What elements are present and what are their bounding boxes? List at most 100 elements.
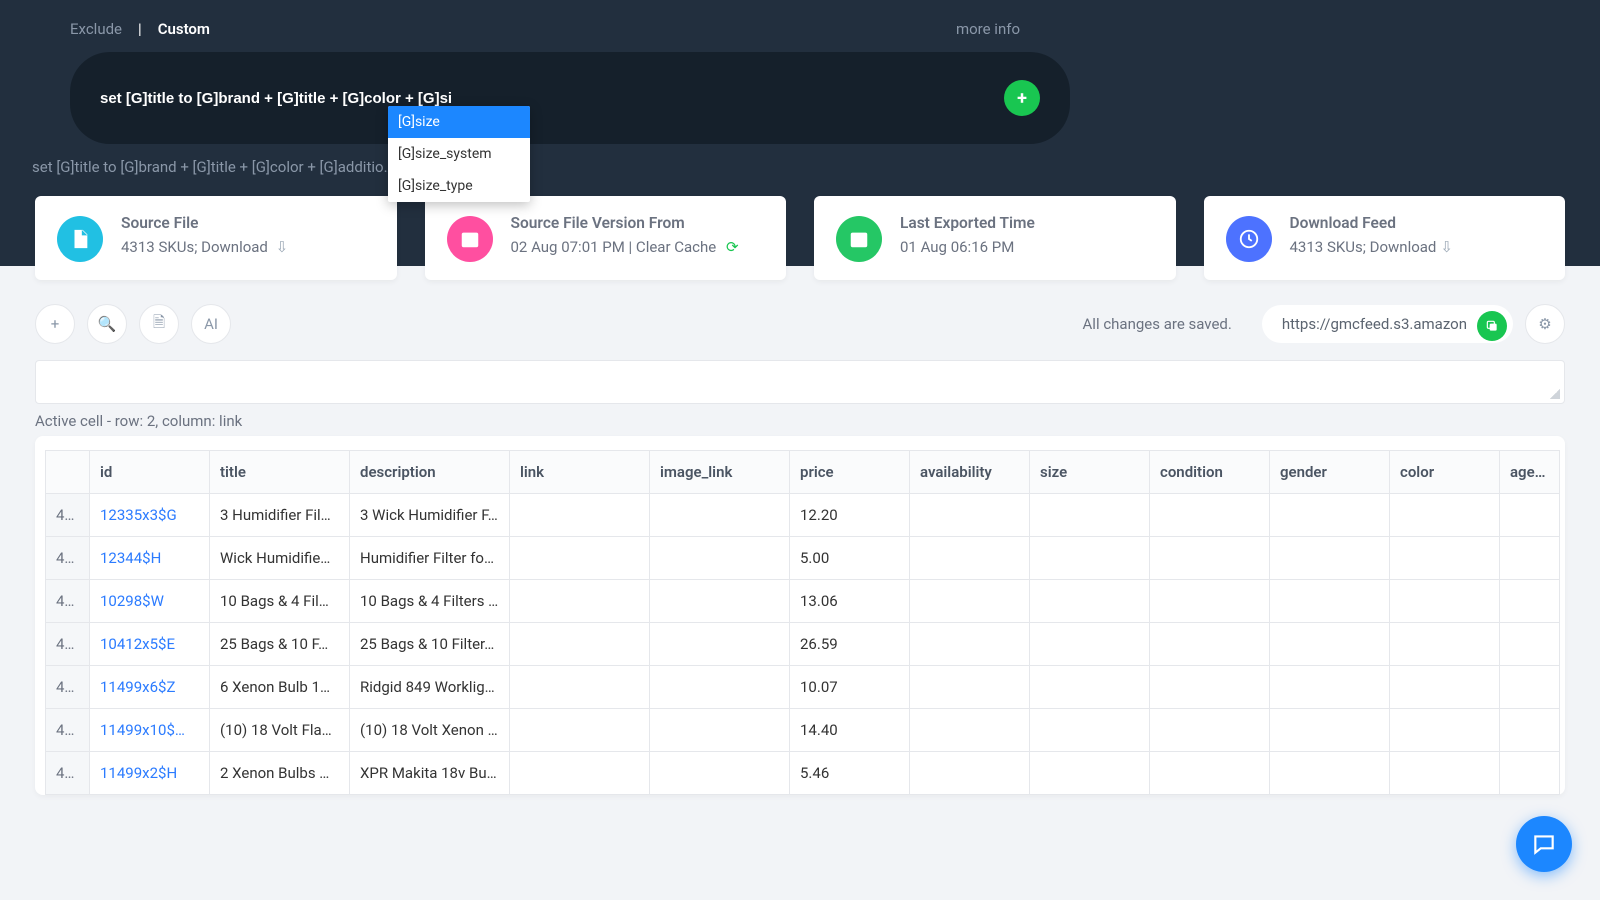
- cell-condition[interactable]: [1150, 537, 1270, 580]
- cell-image-link[interactable]: [650, 580, 790, 623]
- cell-color[interactable]: [1390, 494, 1500, 537]
- cell-image-link[interactable]: [650, 494, 790, 537]
- cell-title[interactable]: (10) 18 Volt Fla…: [210, 709, 350, 752]
- cell-description[interactable]: (10) 18 Volt Xenon …: [350, 709, 510, 752]
- id-link[interactable]: 12335x3$G: [100, 506, 177, 524]
- suggest-option[interactable]: [G]size_type: [388, 170, 530, 202]
- cell-id[interactable]: 10412x5$E: [90, 623, 210, 666]
- tab-exclude[interactable]: Exclude: [70, 20, 122, 38]
- cell-condition[interactable]: [1150, 580, 1270, 623]
- cell-price[interactable]: 5.46: [790, 752, 910, 795]
- document-button[interactable]: 🗎: [139, 304, 179, 344]
- cell-title[interactable]: 3 Humidifier Fil…: [210, 494, 350, 537]
- cell-availability[interactable]: [910, 709, 1030, 752]
- cell-link[interactable]: [510, 537, 650, 580]
- cell-color[interactable]: [1390, 709, 1500, 752]
- cell-link[interactable]: [510, 666, 650, 709]
- download-icon[interactable]: ⇩: [1440, 238, 1453, 256]
- cell-age-group[interactable]: [1500, 494, 1560, 537]
- cell-link[interactable]: [510, 752, 650, 795]
- cell-image-link[interactable]: [650, 537, 790, 580]
- col-title[interactable]: title: [210, 451, 350, 494]
- col-size[interactable]: size: [1030, 451, 1150, 494]
- cell-availability[interactable]: [910, 494, 1030, 537]
- cell-description[interactable]: XPR Makita 18v Bul…: [350, 752, 510, 795]
- id-link[interactable]: 11499x10$…: [100, 721, 185, 739]
- cell-image-link[interactable]: [650, 752, 790, 795]
- cell-gender[interactable]: [1270, 666, 1390, 709]
- cell-editor-input[interactable]: [35, 360, 1565, 404]
- cell-title[interactable]: 25 Bags & 10 F…: [210, 623, 350, 666]
- cell-rownum[interactable]: 4…: [46, 752, 90, 795]
- cell-size[interactable]: [1030, 580, 1150, 623]
- add-button[interactable]: +: [35, 304, 75, 344]
- table-row[interactable]: 4… 12344$H Wick Humidifie…Humidifier Filte…: [46, 537, 1560, 580]
- refresh-icon[interactable]: ⟳: [726, 238, 739, 256]
- cell-condition[interactable]: [1150, 623, 1270, 666]
- add-rule-button[interactable]: +: [1004, 80, 1040, 116]
- cell-age-group[interactable]: [1500, 709, 1560, 752]
- cell-gender[interactable]: [1270, 709, 1390, 752]
- col-availability[interactable]: availability: [910, 451, 1030, 494]
- suggest-option[interactable]: [G]size_system: [388, 138, 530, 170]
- cell-id[interactable]: 12344$H: [90, 537, 210, 580]
- cell-gender[interactable]: [1270, 537, 1390, 580]
- cell-size[interactable]: [1030, 666, 1150, 709]
- cell-condition[interactable]: [1150, 709, 1270, 752]
- cell-availability[interactable]: [910, 623, 1030, 666]
- cell-age-group[interactable]: [1500, 580, 1560, 623]
- settings-button[interactable]: ⚙: [1525, 304, 1565, 344]
- cell-price[interactable]: 5.00: [790, 537, 910, 580]
- cell-link[interactable]: [510, 580, 650, 623]
- cell-title[interactable]: 2 Xenon Bulbs …: [210, 752, 350, 795]
- table-row[interactable]: 4…11499x2$H2 Xenon Bulbs …XPR Makita 18v…: [46, 752, 1560, 795]
- cell-price[interactable]: 13.06: [790, 580, 910, 623]
- cell-size[interactable]: [1030, 537, 1150, 580]
- cell-id[interactable]: 12335x3$G: [90, 494, 210, 537]
- col-color[interactable]: color: [1390, 451, 1500, 494]
- cell-color[interactable]: [1390, 537, 1500, 580]
- cell-price[interactable]: 12.20: [790, 494, 910, 537]
- cell-gender[interactable]: [1270, 623, 1390, 666]
- cell-gender[interactable]: [1270, 580, 1390, 623]
- cell-description[interactable]: Humidifier Filter for …: [350, 537, 510, 580]
- table-row[interactable]: 4…11499x6$Z6 Xenon Bulb 1…Ridgid 849 Wor…: [46, 666, 1560, 709]
- rule-input[interactable]: [100, 90, 984, 107]
- more-info-link[interactable]: more info: [956, 20, 1020, 38]
- cell-size[interactable]: [1030, 623, 1150, 666]
- cell-rownum[interactable]: 4…: [46, 580, 90, 623]
- cell-availability[interactable]: [910, 666, 1030, 709]
- cell-availability[interactable]: [910, 752, 1030, 795]
- chat-fab[interactable]: [1516, 816, 1572, 872]
- table-row[interactable]: 4…12335x3$G3 Humidifier Fil…3 Wick Humid…: [46, 494, 1560, 537]
- cell-size[interactable]: [1030, 752, 1150, 795]
- id-link[interactable]: 10298$W: [100, 592, 164, 610]
- cell-id[interactable]: 11499x10$…: [90, 709, 210, 752]
- cell-age-group[interactable]: [1500, 623, 1560, 666]
- cell-description[interactable]: 3 Wick Humidifier F…: [350, 494, 510, 537]
- cell-description[interactable]: 10 Bags & 4 Filters …: [350, 580, 510, 623]
- cell-size[interactable]: [1030, 494, 1150, 537]
- col-price[interactable]: price: [790, 451, 910, 494]
- cell-price[interactable]: 10.07: [790, 666, 910, 709]
- col-link[interactable]: link: [510, 451, 650, 494]
- suggest-option[interactable]: [G]size: [388, 106, 530, 138]
- id-link[interactable]: 11499x6$Z: [100, 678, 175, 696]
- cell-rownum[interactable]: 4…: [46, 537, 90, 580]
- id-link[interactable]: 12344$H: [100, 549, 161, 567]
- cell-rownum[interactable]: 4…: [46, 623, 90, 666]
- cell-link[interactable]: [510, 494, 650, 537]
- cell-title[interactable]: Wick Humidifie…: [210, 537, 350, 580]
- cell-condition[interactable]: [1150, 666, 1270, 709]
- id-link[interactable]: 10412x5$E: [100, 635, 175, 653]
- col-image-link[interactable]: image_link: [650, 451, 790, 494]
- cell-gender[interactable]: [1270, 494, 1390, 537]
- cell-availability[interactable]: [910, 580, 1030, 623]
- cell-color[interactable]: [1390, 752, 1500, 795]
- cell-gender[interactable]: [1270, 752, 1390, 795]
- col-id[interactable]: id: [90, 451, 210, 494]
- cell-link[interactable]: [510, 709, 650, 752]
- copy-button[interactable]: [1477, 311, 1507, 341]
- cell-rownum[interactable]: 4…: [46, 709, 90, 752]
- download-icon[interactable]: ⇩: [276, 238, 289, 256]
